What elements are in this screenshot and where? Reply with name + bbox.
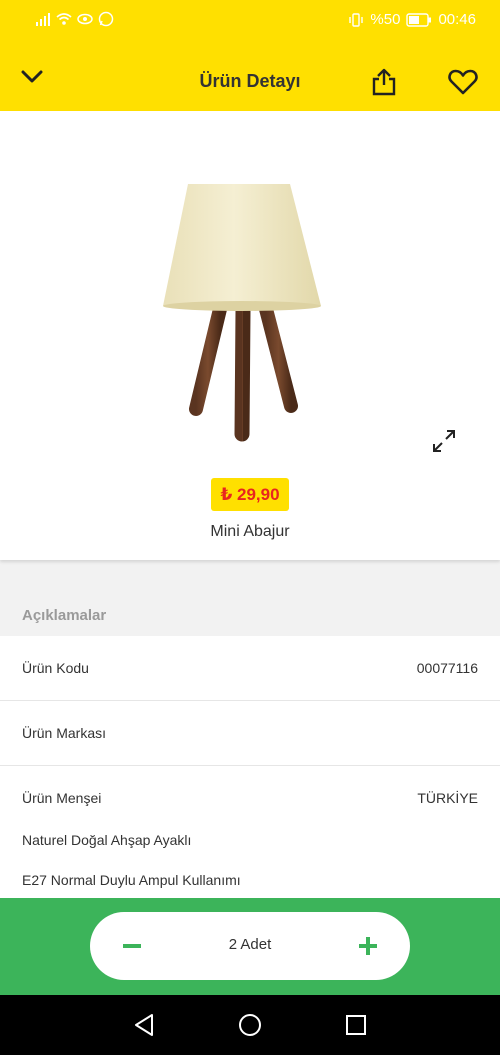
expand-icon <box>433 430 455 452</box>
battery-percent: %50 <box>370 11 401 28</box>
details-section-title: Açıklamalar <box>22 607 107 624</box>
share-button[interactable] <box>366 64 402 100</box>
eye-icon <box>77 13 93 25</box>
recents-square-icon <box>346 1015 366 1035</box>
page-title: Ürün Detayı <box>199 71 301 91</box>
status-bar: %50 00:46 <box>0 0 500 42</box>
detail-row-code: Ürün Kodu 00077116 <box>0 636 500 701</box>
bottom-bar: 2 Adet <box>0 898 500 995</box>
detail-row-brand: Ürün Markası <box>0 701 500 766</box>
detail-row-origin: Ürün Menşei TÜRKİYE Naturel Doğal Ahşap … <box>0 766 500 898</box>
heart-icon <box>448 69 478 95</box>
description-line: Naturel Doğal Ahşap Ayaklı <box>22 832 192 848</box>
home-circle-icon <box>239 1014 261 1036</box>
quantity-stepper: 2 Adet <box>90 912 410 980</box>
details-list: Ürün Kodu 00077116 Ürün Markası Ürün Men… <box>0 636 500 898</box>
nav-home-button[interactable] <box>236 1011 264 1039</box>
status-right: %50 00:46 <box>348 11 476 28</box>
detail-value: TÜRKİYE <box>417 790 478 806</box>
product-name: Mini Abajur <box>210 523 290 540</box>
status-time: 00:46 <box>438 11 476 28</box>
battery-icon <box>406 12 432 27</box>
detail-label: Ürün Kodu <box>22 660 89 676</box>
detail-value: 00077116 <box>416 660 478 676</box>
increase-button[interactable] <box>348 931 388 961</box>
favorite-button[interactable] <box>445 64 481 100</box>
plus-icon <box>359 937 377 955</box>
whatsapp-icon <box>98 11 114 27</box>
signal-icon <box>36 13 50 26</box>
top-header: %50 00:46 Ürün Detayı <box>0 0 500 111</box>
share-icon <box>372 68 396 96</box>
app-bar: Ürün Detayı <box>0 42 500 111</box>
nav-recents-button[interactable] <box>342 1011 370 1039</box>
nav-back-button[interactable] <box>130 1011 158 1039</box>
wifi-icon <box>56 13 72 25</box>
expand-button[interactable] <box>430 427 458 455</box>
back-triangle-icon <box>135 1014 153 1036</box>
price-badge: ₺ 29,90 <box>211 478 289 511</box>
status-left-icons <box>35 11 114 27</box>
description-line: E27 Normal Duylu Ampul Kullanımı <box>22 872 241 888</box>
detail-label: Ürün Markası <box>22 725 107 741</box>
system-nav-bar <box>0 995 500 1055</box>
product-image[interactable] <box>158 181 328 451</box>
vibrate-icon <box>349 12 364 27</box>
product-card: ₺ 29,90 Mini Abajur <box>0 111 500 560</box>
detail-label: Ürün Menşei <box>22 790 102 806</box>
